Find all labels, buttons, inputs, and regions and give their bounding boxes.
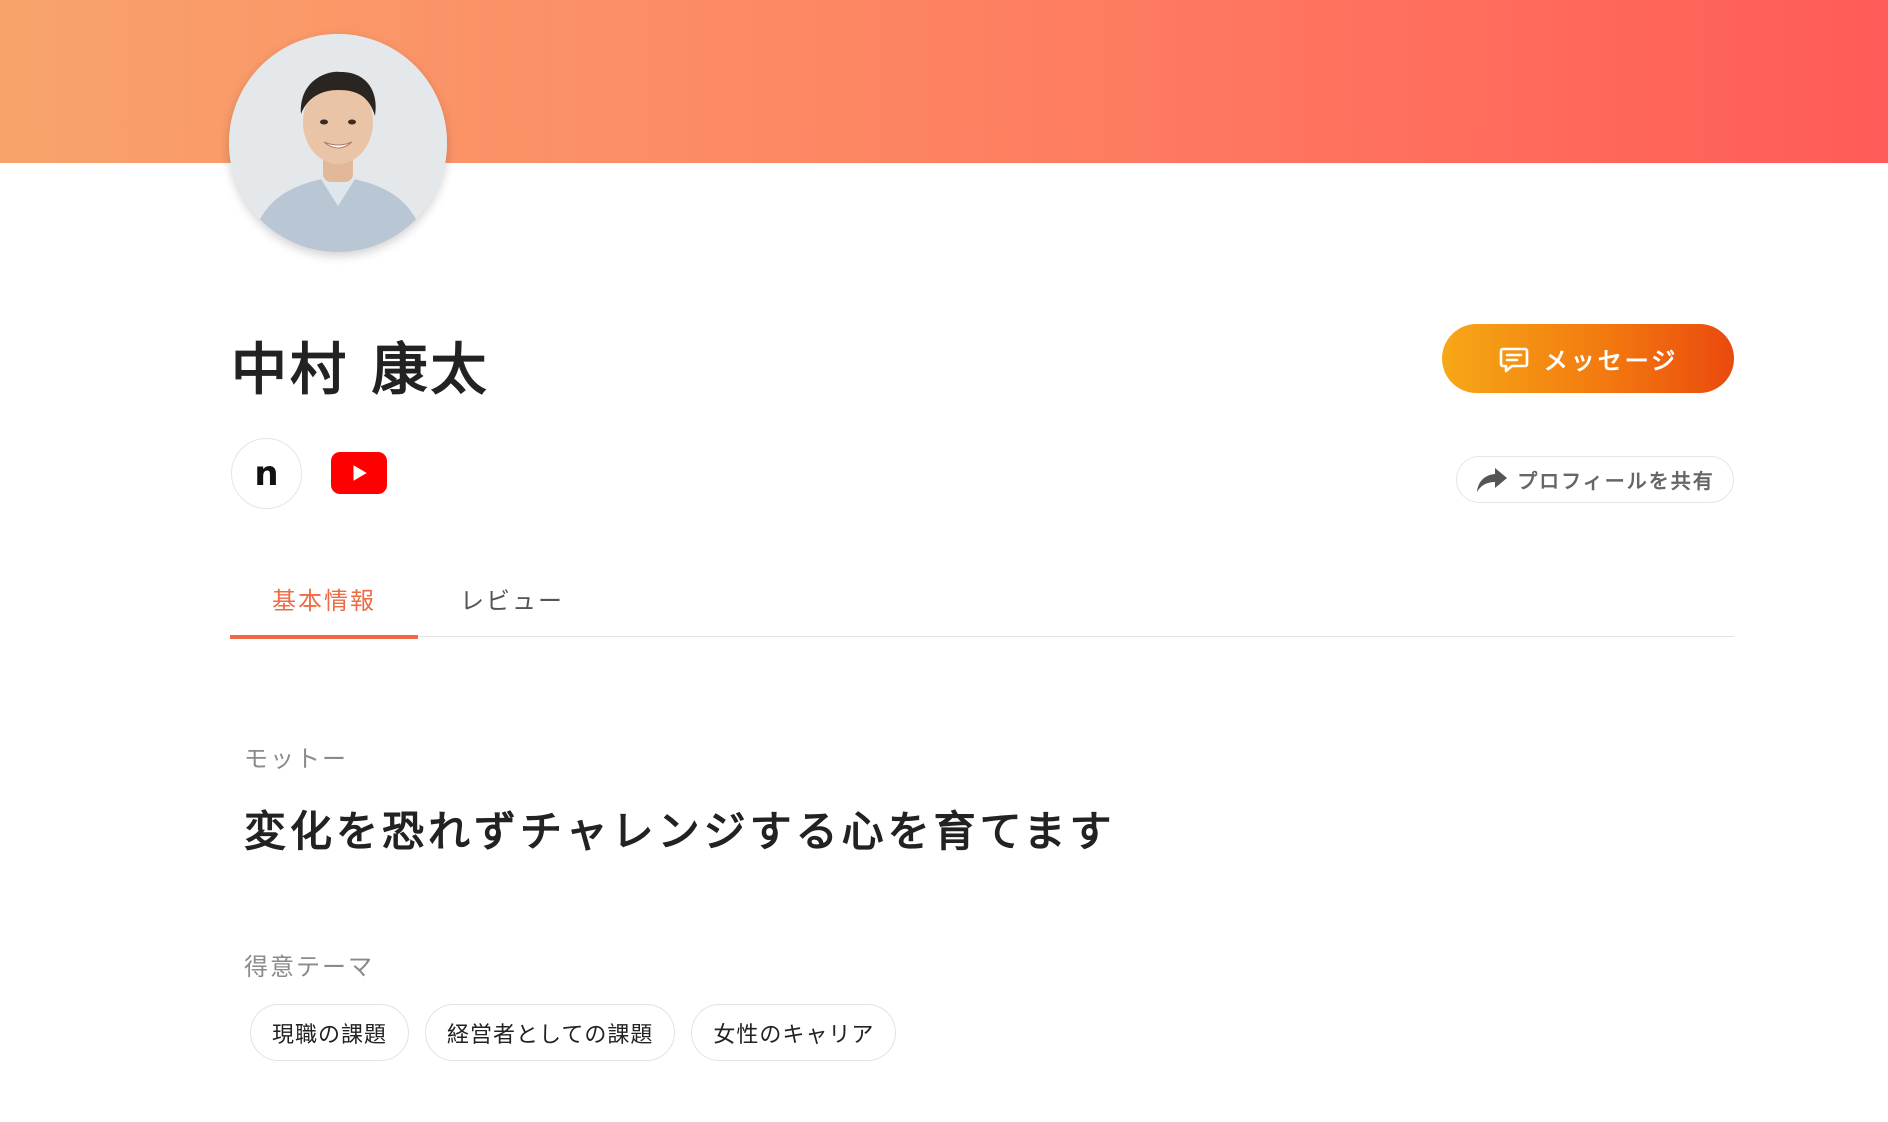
themes-label: 得意テーマ — [244, 953, 374, 981]
avatar-photo — [229, 34, 447, 252]
theme-chip[interactable]: 経営者としての課題 — [425, 1004, 676, 1061]
avatar — [229, 34, 447, 252]
share-profile-button[interactable]: プロフィールを共有 — [1456, 456, 1734, 503]
theme-chip[interactable]: 現職の課題 — [250, 1004, 410, 1061]
chat-bubble-icon — [1498, 343, 1530, 375]
share-arrow-icon — [1475, 465, 1509, 495]
note-link[interactable]: n — [231, 438, 302, 509]
theme-chip-list: 現職の課題 経営者としての課題 女性のキャリア — [250, 1004, 897, 1061]
message-button-label: メッセージ — [1543, 347, 1679, 375]
share-button-label: プロフィールを共有 — [1517, 469, 1715, 493]
tab-reviews[interactable]: レビュー — [418, 560, 606, 637]
tab-basic-info[interactable]: 基本情報 — [230, 560, 418, 639]
message-button[interactable]: メッセージ — [1442, 324, 1734, 393]
motto-label: モットー — [244, 745, 348, 773]
motto-text: 変化を恐れずチャレンジする心を育てます — [244, 807, 1116, 856]
note-icon: n — [254, 453, 279, 494]
youtube-link[interactable] — [331, 452, 387, 494]
youtube-icon — [353, 465, 367, 481]
profile-tabs: 基本情報 レビュー — [230, 560, 1734, 639]
profile-name: 中村 康太 — [231, 338, 490, 403]
theme-chip[interactable]: 女性のキャリア — [691, 1004, 897, 1061]
